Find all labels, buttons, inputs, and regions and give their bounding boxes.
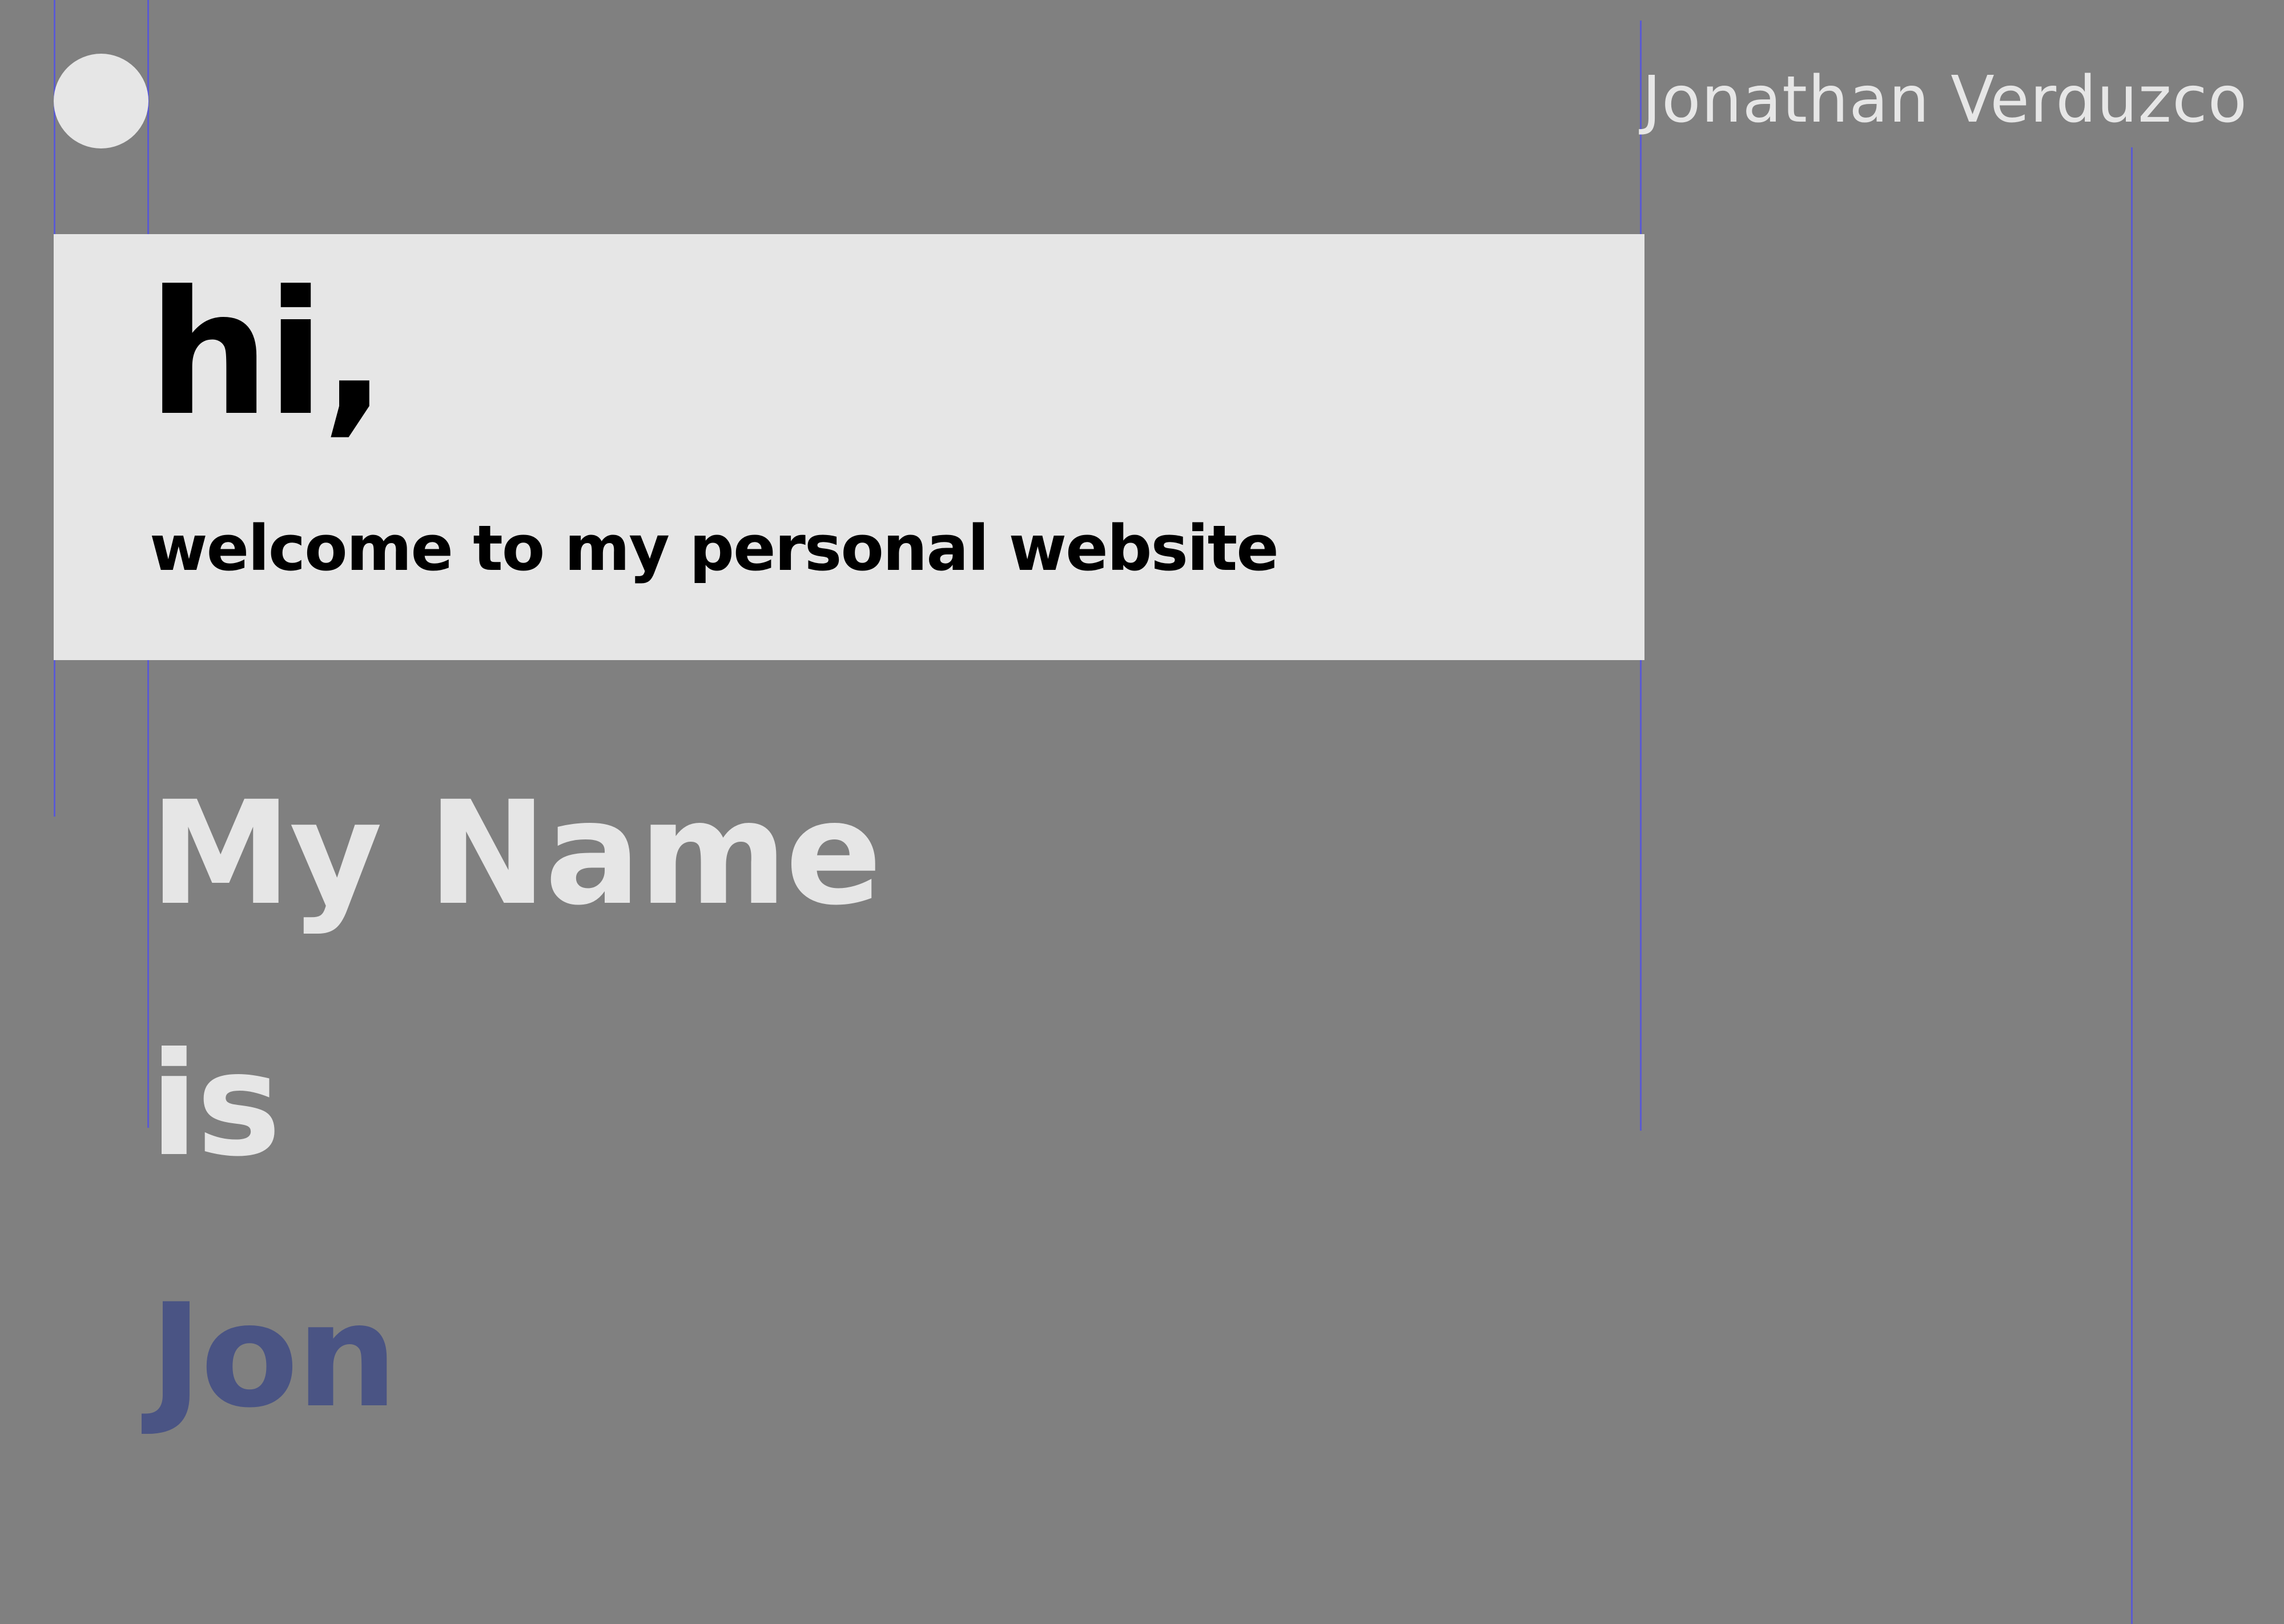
intro-line-name-accent: Jon: [150, 1273, 398, 1439]
hero-subtitle: welcome to my personal website: [150, 512, 1279, 585]
guide-line-far-right: [2131, 147, 2133, 1624]
intro-line-is: is: [150, 1022, 281, 1188]
circle-logo-icon[interactable]: [54, 54, 148, 148]
hero-greeting: hi,: [148, 254, 387, 453]
site-name[interactable]: Jonathan Verduzco: [1642, 54, 2247, 146]
intro-line-my-name: My Name: [150, 770, 882, 936]
